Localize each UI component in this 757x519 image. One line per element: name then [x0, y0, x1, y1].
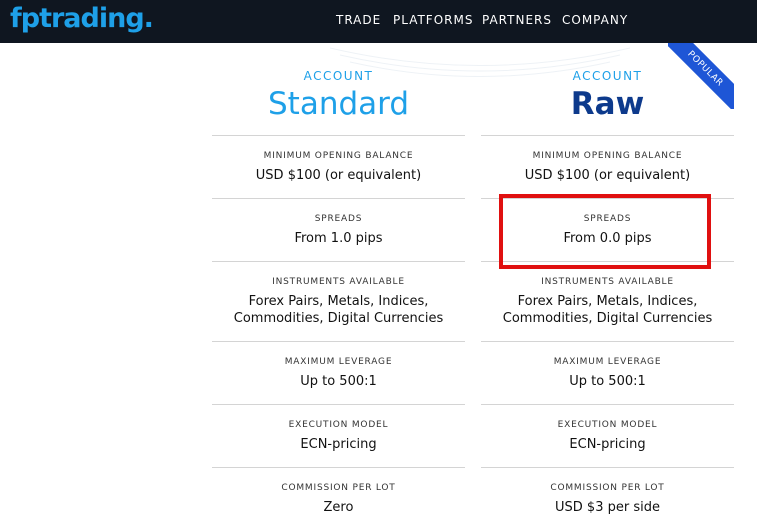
- fptrading-logo[interactable]: fptrading.: [10, 3, 154, 34]
- row-value: From 0.0 pips: [563, 231, 652, 246]
- row-label: EXECUTION MODEL: [557, 420, 658, 430]
- row-value-line-1: Forex Pairs, Metals, Indices,: [517, 294, 698, 309]
- row-value: ECN-pricing: [300, 437, 377, 452]
- row-commission: COMMISSION PER LOT Zero: [212, 467, 465, 519]
- row-label: COMMISSION PER LOT: [281, 483, 396, 493]
- account-name-standard: Standard: [267, 86, 410, 122]
- row-leverage: MAXIMUM LEVERAGE Up to 500:1: [481, 341, 734, 404]
- row-label: MINIMUM OPENING BALANCE: [263, 151, 414, 161]
- row-value: USD $100 (or equivalent): [524, 168, 691, 183]
- row-label: MAXIMUM LEVERAGE: [284, 357, 393, 367]
- nav-platforms[interactable]: PLATFORMS: [393, 13, 473, 27]
- row-label: EXECUTION MODEL: [288, 420, 389, 430]
- row-spreads: SPREADS From 1.0 pips: [212, 198, 465, 261]
- account-label: ACCOUNT: [303, 69, 374, 83]
- row-label: COMMISSION PER LOT: [550, 483, 665, 493]
- row-value: Zero: [323, 500, 354, 515]
- row-label: SPREADS: [314, 214, 363, 224]
- row-min-balance: MINIMUM OPENING BALANCE USD $100 (or equ…: [212, 135, 465, 198]
- nav-partners[interactable]: PARTNERS: [482, 13, 552, 27]
- popular-ribbon: POPULAR: [668, 43, 734, 109]
- account-column-standard: ACCOUNT Standard MINIMUM OPENING BALANCE…: [212, 43, 465, 519]
- row-spreads: SPREADS From 0.0 pips: [481, 198, 734, 261]
- row-value: ECN-pricing: [569, 437, 646, 452]
- account-column-raw: ACCOUNT Raw POPULAR MINIMUM OPENING BALA…: [481, 43, 734, 519]
- row-instruments: INSTRUMENTS AVAILABLE Forex Pairs, Metal…: [212, 261, 465, 341]
- row-label: INSTRUMENTS AVAILABLE: [541, 277, 674, 287]
- row-value: Forex Pairs, Metals, Indices, Commoditie…: [212, 293, 465, 327]
- row-commission: COMMISSION PER LOT USD $3 per side: [481, 467, 734, 519]
- row-value: Up to 500:1: [300, 374, 377, 389]
- row-value: Up to 500:1: [569, 374, 646, 389]
- popular-badge: POPULAR: [668, 43, 734, 109]
- row-value: USD $100 (or equivalent): [255, 168, 422, 183]
- row-execution: EXECUTION MODEL ECN-pricing: [481, 404, 734, 467]
- row-label: INSTRUMENTS AVAILABLE: [272, 277, 405, 287]
- account-header-standard: ACCOUNT Standard: [212, 43, 465, 135]
- row-execution: EXECUTION MODEL ECN-pricing: [212, 404, 465, 467]
- row-label: SPREADS: [583, 214, 632, 224]
- row-value: USD $3 per side: [555, 500, 660, 515]
- row-value-line-2: Commodities, Digital Currencies: [233, 311, 444, 326]
- row-instruments: INSTRUMENTS AVAILABLE Forex Pairs, Metal…: [481, 261, 734, 341]
- row-min-balance: MINIMUM OPENING BALANCE USD $100 (or equ…: [481, 135, 734, 198]
- row-value: From 1.0 pips: [294, 231, 383, 246]
- account-header-raw: ACCOUNT Raw POPULAR: [481, 43, 734, 135]
- row-value: Forex Pairs, Metals, Indices, Commoditie…: [481, 293, 734, 327]
- row-value-line-2: Commodities, Digital Currencies: [502, 311, 713, 326]
- nav-company[interactable]: COMPANY: [562, 13, 628, 27]
- row-leverage: MAXIMUM LEVERAGE Up to 500:1: [212, 341, 465, 404]
- row-label: MAXIMUM LEVERAGE: [553, 357, 662, 367]
- nav-trade[interactable]: TRADE: [336, 13, 381, 27]
- row-value-line-1: Forex Pairs, Metals, Indices,: [248, 294, 429, 309]
- row-label: MINIMUM OPENING BALANCE: [532, 151, 683, 161]
- top-nav-bar: fptrading. TRADE PLATFORMS PARTNERS COMP…: [0, 0, 757, 43]
